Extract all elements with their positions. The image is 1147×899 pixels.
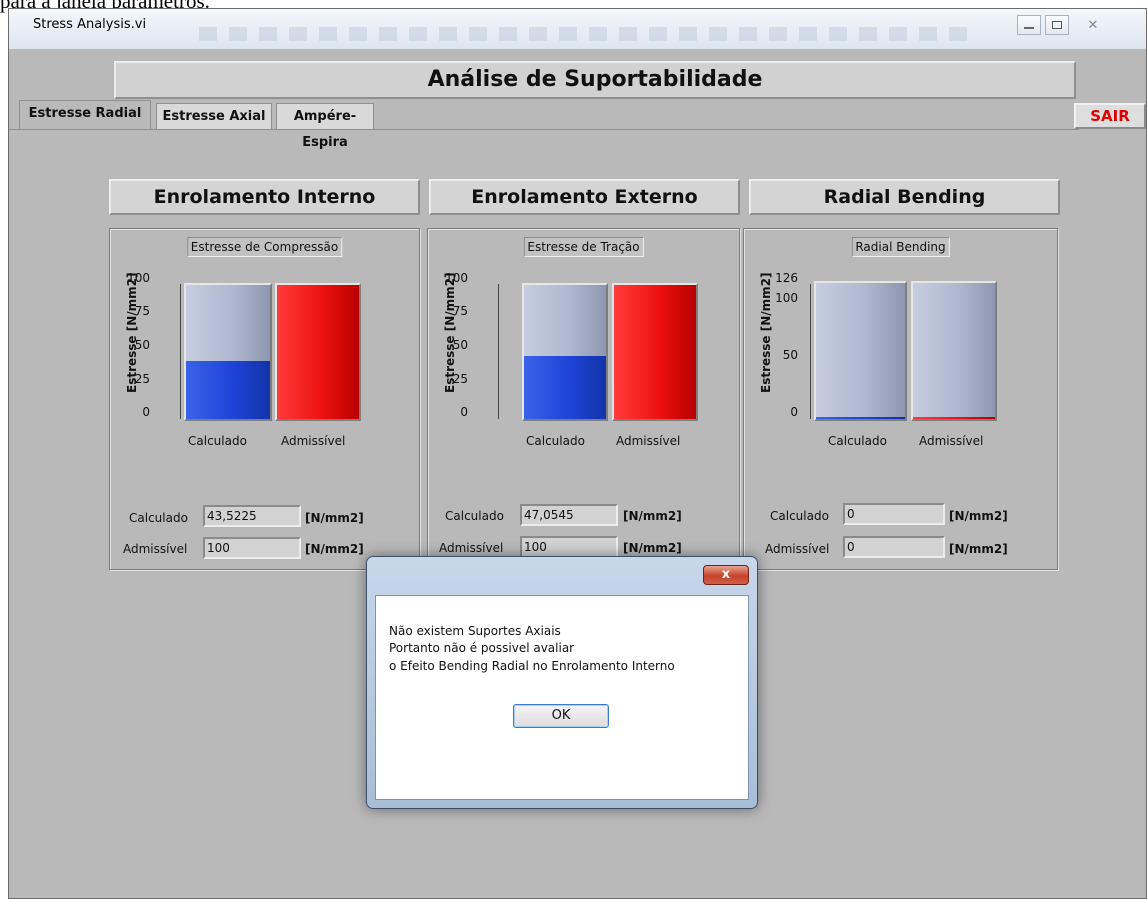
- bar-admissivel: [275, 283, 361, 421]
- bar-calculado: [522, 283, 608, 421]
- category-label: Admissível: [919, 434, 984, 448]
- unit-label: [N/mm2]: [949, 542, 1008, 556]
- bar-calculado: [814, 281, 907, 421]
- category-label: Admissível: [616, 434, 681, 448]
- y-tick-label: 100: [127, 271, 150, 285]
- dialog-message-line: o Efeito Bending Radial no Enrolamento I…: [389, 659, 675, 673]
- chart-panel: Radial Bending Estresse [N/mm2] 126 100 …: [743, 228, 1058, 570]
- y-axis: [498, 284, 499, 419]
- ok-button[interactable]: OK: [513, 704, 609, 728]
- bar-track: [816, 283, 905, 419]
- bar-fill-admissivel: [614, 285, 696, 419]
- page-title: Análise de Suportabilidade: [114, 61, 1076, 99]
- close-button[interactable]: ✕: [1081, 15, 1105, 35]
- y-tick-label: 75: [134, 304, 150, 318]
- minimize-icon: [1024, 27, 1034, 29]
- bar-admissivel: [911, 281, 997, 421]
- unit-label: [N/mm2]: [949, 509, 1008, 523]
- bar-calculado: [184, 283, 272, 421]
- bar-fill-admissivel: [913, 417, 995, 419]
- message-dialog: x Não existem Suportes Axiais Portanto n…: [366, 556, 758, 809]
- sair-button[interactable]: SAIR: [1074, 103, 1146, 129]
- close-icon: ✕: [1087, 17, 1099, 33]
- maximize-button[interactable]: [1045, 15, 1069, 35]
- y-tick-label: 50: [134, 338, 150, 352]
- tab-divider: [9, 129, 1079, 130]
- category-label: Calculado: [526, 434, 585, 448]
- bar-fill-calculado: [186, 360, 270, 419]
- y-tick-label: 100: [775, 291, 798, 305]
- admissivel-label: Admissível: [765, 542, 830, 556]
- category-label: Calculado: [828, 434, 887, 448]
- calculado-field: 43,5225: [203, 505, 301, 527]
- y-axis: [810, 284, 811, 419]
- admissivel-field: 100: [520, 536, 618, 558]
- bar-fill-calculado: [524, 355, 606, 419]
- y-tick-label: 126: [775, 271, 798, 285]
- dialog-close-button[interactable]: x: [703, 565, 749, 585]
- y-tick-label: 0: [460, 405, 468, 419]
- bar-fill-admissivel: [277, 285, 359, 419]
- bar-fill-calculado: [816, 417, 905, 419]
- calculado-label: Calculado: [445, 509, 504, 523]
- category-label: Admissível: [281, 434, 346, 448]
- category-label: Calculado: [188, 434, 247, 448]
- calculado-label: Calculado: [770, 509, 829, 523]
- y-tick-label: 25: [134, 372, 150, 386]
- chart-panel: Estresse de Compressão Estresse [N/mm2] …: [109, 228, 420, 570]
- y-tick-label: 100: [445, 271, 468, 285]
- unit-label: [N/mm2]: [623, 541, 682, 555]
- close-icon: x: [721, 567, 731, 582]
- y-tick-label: 0: [790, 405, 798, 419]
- chart-title: Estresse de Compressão: [186, 237, 343, 257]
- minimize-button[interactable]: [1017, 15, 1041, 35]
- admissivel-field: 100: [203, 537, 301, 559]
- bar-track: [913, 283, 995, 419]
- calculado-label: Calculado: [129, 511, 188, 525]
- y-tick-label: 50: [452, 338, 468, 352]
- chart-panel: Estresse de Tração Estresse [N/mm2] 100 …: [427, 228, 740, 570]
- y-tick-label: 25: [452, 372, 468, 386]
- dialog-message-line: Portanto não é possivel avaliar: [389, 641, 575, 655]
- chart-title: Radial Bending: [851, 237, 950, 257]
- title-bar: Stress Analysis.vi ✕: [9, 9, 1146, 50]
- maximize-icon: [1052, 21, 1062, 29]
- app-window: Stress Analysis.vi ✕ Análise de Suportab…: [8, 8, 1147, 899]
- calculado-field: 47,0545: [520, 504, 618, 526]
- unit-label: [N/mm2]: [305, 542, 364, 556]
- admissivel-label: Admissível: [123, 542, 188, 556]
- y-tick-label: 75: [452, 304, 468, 318]
- toolbar: [199, 27, 979, 41]
- bar-admissivel: [612, 283, 698, 421]
- tab-ampere-espira[interactable]: Ampére-Espira: [276, 103, 374, 150]
- tab-estresse-radial[interactable]: Estresse Radial: [19, 100, 151, 130]
- admissivel-label: Admissível: [439, 541, 504, 555]
- section-heading: Enrolamento Interno: [109, 179, 420, 215]
- admissivel-field: 0: [843, 536, 945, 558]
- y-axis: [180, 284, 181, 419]
- window-title: Stress Analysis.vi: [33, 17, 147, 32]
- calculado-field: 0: [843, 503, 945, 525]
- y-tick-label: 50: [782, 348, 798, 362]
- y-tick-label: 0: [142, 405, 150, 419]
- section-heading: Radial Bending: [749, 179, 1060, 215]
- chart-title: Estresse de Tração: [523, 237, 644, 257]
- dialog-message-line: Não existem Suportes Axiais: [389, 624, 561, 638]
- dialog-body: Não existem Suportes Axiais Portanto não…: [375, 595, 749, 800]
- unit-label: [N/mm2]: [305, 511, 364, 525]
- tab-estresse-axial[interactable]: Estresse Axial: [156, 103, 272, 130]
- section-heading: Enrolamento Externo: [429, 179, 740, 215]
- unit-label: [N/mm2]: [623, 509, 682, 523]
